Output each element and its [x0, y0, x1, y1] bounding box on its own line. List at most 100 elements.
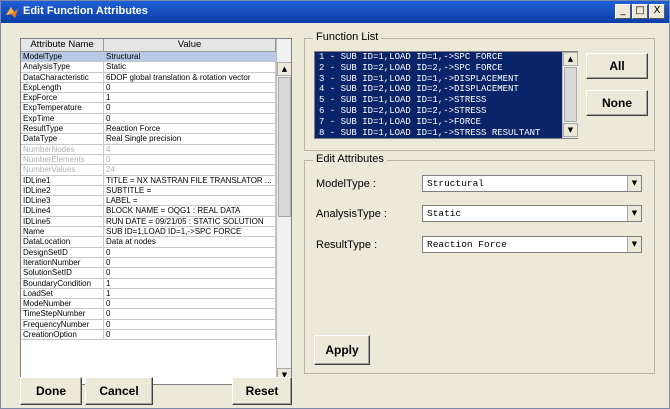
- attribute-name-cell: CreationOption: [21, 330, 104, 340]
- header-attribute-name[interactable]: Attribute Name: [21, 39, 104, 51]
- attribute-value-cell[interactable]: 0: [104, 309, 276, 319]
- analysis-type-label: AnalysisType :: [316, 208, 387, 220]
- table-row[interactable]: NumberValues 24: [21, 165, 276, 176]
- all-button[interactable]: All: [586, 53, 648, 79]
- attribute-value-cell: 4: [104, 144, 276, 154]
- function-list-item[interactable]: 7 - SUB ID=1,LOAD ID=1,->FORCE: [315, 117, 577, 128]
- attribute-value-cell[interactable]: 0: [104, 268, 276, 278]
- table-row[interactable]: DesignSetID 0: [21, 247, 276, 258]
- attribute-value-cell[interactable]: TITLE = NX NASTRAN FILE TRANSLATOR ...: [104, 175, 276, 185]
- minimize-button[interactable]: _: [615, 4, 631, 19]
- chevron-down-icon[interactable]: ▼: [627, 237, 641, 252]
- table-row[interactable]: NumberElements 0: [21, 154, 276, 166]
- none-button[interactable]: None: [586, 90, 648, 116]
- attribute-value-cell[interactable]: 0: [104, 113, 276, 124]
- table-row[interactable]: DataLocation Data at nodes: [21, 237, 276, 248]
- attribute-name-cell: Name: [21, 227, 104, 237]
- maximize-button[interactable]: □: [632, 4, 648, 19]
- attribute-name-cell: DesignSetID: [21, 247, 104, 257]
- apply-button[interactable]: Apply: [314, 335, 370, 365]
- table-row[interactable]: ExpLength 0: [21, 82, 276, 94]
- table-row[interactable]: ResultType Reaction Force: [21, 124, 276, 135]
- reset-button[interactable]: Reset: [232, 377, 292, 405]
- attribute-value-cell[interactable]: 0: [104, 103, 276, 113]
- attribute-value-cell[interactable]: 1: [104, 278, 276, 288]
- function-list-item[interactable]: 8 - SUB ID=1,LOAD ID=1,->STRESS RESULTAN…: [315, 128, 577, 138]
- attribute-value-cell[interactable]: 0: [104, 247, 276, 257]
- attribute-value-cell[interactable]: Data at nodes: [104, 237, 276, 247]
- table-row[interactable]: AnalysisType Static: [21, 62, 276, 73]
- scroll-thumb[interactable]: [278, 77, 291, 217]
- attribute-value-cell[interactable]: SUB ID=1,LOAD ID=1,->SPC FORCE: [104, 227, 276, 237]
- table-row[interactable]: IDLine2 SUBTITLE =: [21, 185, 276, 197]
- attribute-value-cell[interactable]: RUN DATE = 09/21/05 : STATIC SOLUTION: [104, 216, 276, 227]
- analysis-type-select[interactable]: Static ▼: [422, 205, 642, 222]
- attribute-value-cell[interactable]: 1: [104, 288, 276, 299]
- attribute-name-cell: ExpLength: [21, 82, 104, 93]
- table-row[interactable]: IterationNumber 0: [21, 257, 276, 269]
- list-scroll-down-icon[interactable]: ▼: [563, 123, 578, 137]
- attribute-value-cell[interactable]: 0: [104, 257, 276, 268]
- table-row[interactable]: IDLine3 LABEL =: [21, 196, 276, 207]
- table-scrollbar[interactable]: ▲ ▼: [276, 39, 291, 384]
- header-value[interactable]: Value: [104, 39, 276, 51]
- table-row[interactable]: SolutionSetID 0: [21, 268, 276, 279]
- attribute-value-cell[interactable]: 1: [104, 93, 276, 103]
- list-scroll-thumb[interactable]: [564, 67, 577, 122]
- result-type-select[interactable]: Reaction Force ▼: [422, 236, 642, 253]
- attribute-value-cell[interactable]: SUBTITLE =: [104, 185, 276, 196]
- table-row[interactable]: BoundaryCondition 1: [21, 278, 276, 289]
- attribute-name-cell: BoundaryCondition: [21, 278, 104, 288]
- function-list-scrollbar[interactable]: ▲ ▼: [562, 52, 578, 138]
- analysis-type-value: Static: [427, 208, 462, 219]
- function-list-item[interactable]: 6 - SUB ID=2,LOAD ID=2,->STRESS: [315, 106, 577, 117]
- close-button[interactable]: X: [649, 4, 665, 19]
- table-row[interactable]: IDLine5 RUN DATE = 09/21/05 : STATIC SOLU…: [21, 216, 276, 228]
- attribute-value-cell[interactable]: 0: [104, 319, 276, 330]
- function-list-item[interactable]: 3 - SUB ID=1,LOAD ID=1,->DISPLACEMENT: [315, 74, 577, 85]
- function-listbox[interactable]: 1 - SUB ID=1,LOAD ID=1,->SPC FORCE 2 - SU…: [314, 51, 578, 139]
- attribute-value-cell[interactable]: Real Single precision: [104, 134, 276, 144]
- table-row[interactable]: IDLine1 TITLE = NX NASTRAN FILE TRANSLATO…: [21, 175, 276, 186]
- model-type-select[interactable]: Structural ▼: [422, 175, 642, 192]
- table-row[interactable]: ExpTemperature 0: [21, 103, 276, 114]
- table-row[interactable]: ExpTime 0: [21, 113, 276, 125]
- done-button[interactable]: Done: [20, 377, 82, 405]
- table-row[interactable]: FrequencyNumber 0: [21, 319, 276, 331]
- title-bar[interactable]: Edit Function Attributes _ □ X: [1, 1, 669, 23]
- table-row[interactable]: LoadSet 1: [21, 288, 276, 300]
- table-row[interactable]: DataType Real Single precision: [21, 134, 276, 145]
- table-row[interactable]: NumberNodes 4: [21, 144, 276, 155]
- table-row[interactable]: ModeNumber 0: [21, 299, 276, 310]
- table-row[interactable]: DataCharacteristic 6DOF global translatio…: [21, 72, 276, 83]
- attribute-value-cell[interactable]: 0: [104, 82, 276, 93]
- scroll-up-arrow-icon[interactable]: ▲: [277, 62, 291, 76]
- attribute-value-cell[interactable]: Reaction Force: [104, 124, 276, 134]
- attribute-name-cell: ExpForce: [21, 93, 104, 103]
- chevron-down-icon[interactable]: ▼: [627, 206, 641, 221]
- attribute-name-cell: IDLine3: [21, 196, 104, 206]
- table-row[interactable]: ExpForce 1: [21, 93, 276, 104]
- list-scroll-up-icon[interactable]: ▲: [563, 52, 578, 66]
- attribute-value-cell[interactable]: Static: [104, 62, 276, 72]
- chevron-down-icon[interactable]: ▼: [627, 176, 641, 191]
- attribute-value-cell[interactable]: Structural: [104, 52, 276, 62]
- table-row[interactable]: Name SUB ID=1,LOAD ID=1,->SPC FORCE: [21, 227, 276, 238]
- table-row[interactable]: IDLine4 BLOCK NAME = OQG1 : REAL DATA: [21, 206, 276, 217]
- table-row[interactable]: ModelType Structural: [21, 52, 276, 63]
- cancel-button[interactable]: Cancel: [85, 377, 153, 405]
- table-row[interactable]: TimeStepNumber 0: [21, 309, 276, 320]
- attribute-value-cell[interactable]: 0: [104, 330, 276, 340]
- attribute-value-cell[interactable]: 0: [104, 299, 276, 309]
- function-list-item[interactable]: 1 - SUB ID=1,LOAD ID=1,->SPC FORCE: [315, 52, 577, 63]
- attribute-value-cell[interactable]: 6DOF global translation & rotation vecto…: [104, 72, 276, 82]
- model-type-label: ModelType :: [316, 178, 376, 190]
- function-list-item[interactable]: 4 - SUB ID=2,LOAD ID=2,->DISPLACEMENT: [315, 84, 577, 95]
- function-list-item[interactable]: 2 - SUB ID=2,LOAD ID=2,->SPC FORCE: [315, 63, 577, 74]
- edit-attributes-label: Edit Attributes: [313, 153, 387, 165]
- attribute-value-cell[interactable]: BLOCK NAME = OQG1 : REAL DATA: [104, 206, 276, 216]
- attribute-value-cell: 24: [104, 165, 276, 175]
- attribute-value-cell[interactable]: LABEL =: [104, 196, 276, 206]
- function-list-item[interactable]: 5 - SUB ID=1,LOAD ID=1,->STRESS: [315, 95, 577, 106]
- table-row[interactable]: CreationOption 0: [21, 330, 276, 341]
